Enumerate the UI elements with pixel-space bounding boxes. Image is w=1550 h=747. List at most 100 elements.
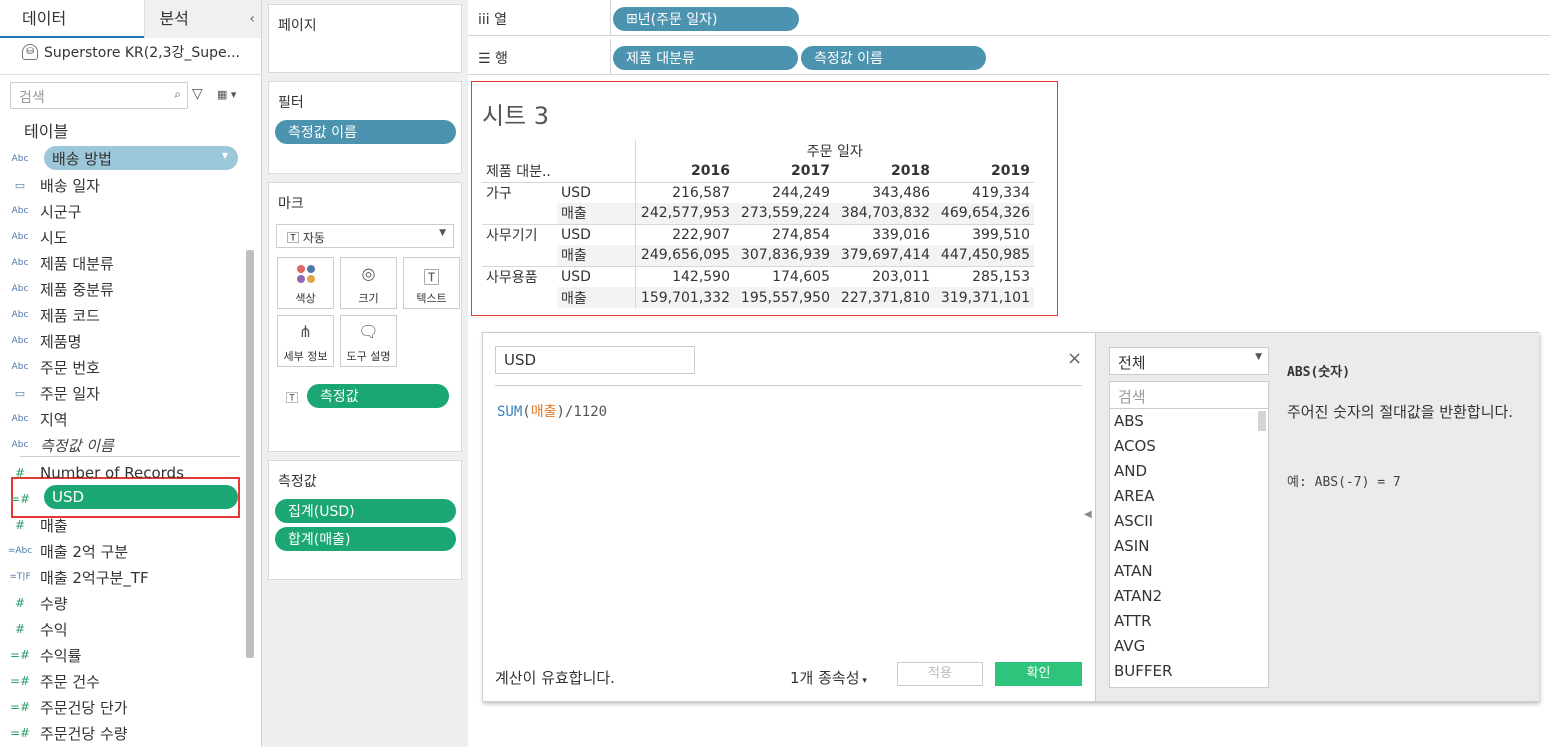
field-measure[interactable]: =T|F 매출 2억구분_TF: [0, 564, 240, 590]
columns-shelf[interactable]: iii 열 ⊞ 년(주문 일자): [468, 0, 1550, 36]
field-dimension[interactable]: Abc 제품 중분류: [0, 276, 240, 302]
rows-shelf-label: ☰ 행: [478, 48, 508, 68]
function-list-item[interactable]: ASCII: [1110, 509, 1268, 534]
field-dimension[interactable]: Abc 시도: [0, 224, 240, 250]
field-dimension[interactable]: Abc 제품명: [0, 328, 240, 354]
collapse-help-icon[interactable]: ◀: [1084, 509, 1092, 520]
year-header: 2019: [991, 163, 1030, 180]
dependencies-label: 1개 종속성: [790, 669, 860, 687]
field-measure[interactable]: # Number of Records: [0, 460, 240, 486]
field-name: 매출 2억구분_TF: [40, 568, 149, 587]
tooltip-button[interactable]: 🗨 도구 설명: [340, 315, 397, 367]
value-cell: 419,334: [934, 181, 1034, 203]
function-list-item[interactable]: BUFFER: [1110, 659, 1268, 684]
field-dimension[interactable]: Abc 제품 코드: [0, 302, 240, 328]
field-measure[interactable]: =# 주문건당 수량: [0, 720, 240, 746]
tooltip-label: 도구 설명: [346, 350, 391, 363]
mark-type-select[interactable]: 🅃 자동 ▼: [276, 224, 454, 248]
function-list-item[interactable]: ABS: [1110, 409, 1268, 434]
function-list-item[interactable]: ATAN: [1110, 559, 1268, 584]
field-dimension[interactable]: Abc 지역: [0, 406, 240, 432]
size-button[interactable]: ◎ 크기: [340, 257, 397, 309]
function-list-item[interactable]: AREA: [1110, 484, 1268, 509]
table-row: 사무용품 USD 142,590 174,605 203,011 285,153: [482, 265, 1034, 287]
function-list-item[interactable]: ASIN: [1110, 534, 1268, 559]
measure-pill-sales[interactable]: 합계(매출): [275, 527, 456, 551]
measure-name-cell: 매출: [557, 203, 635, 224]
filters-card[interactable]: 필터 측정값 이름: [268, 81, 462, 174]
measure-name-cell: 매출: [557, 287, 635, 308]
text-button[interactable]: 🅃 텍스트: [403, 257, 460, 309]
field-measure[interactable]: # 매출: [0, 512, 240, 538]
value-cell: 159,701,332: [634, 287, 734, 308]
function-list-item[interactable]: ACOS: [1110, 434, 1268, 459]
tab-data[interactable]: 데이터: [0, 0, 145, 38]
divider: [0, 74, 262, 75]
field-dimension[interactable]: Abc 주문 번호: [0, 354, 240, 380]
function-category-select[interactable]: 전체 ▼: [1109, 347, 1269, 375]
filter-icon[interactable]: ▽: [192, 86, 203, 102]
field-name: 제품 코드: [40, 306, 100, 325]
color-label: 색상: [295, 292, 316, 305]
calc-name-input[interactable]: USD: [495, 346, 695, 374]
filter-pill-measure-names[interactable]: 측정값 이름: [275, 120, 456, 144]
columns-label-text: 열: [494, 12, 508, 28]
function-list[interactable]: ABS ACOS AND AREA ASCII ASIN ATAN ATAN2 ATTR AVG B…: [1109, 409, 1269, 688]
marks-pill-measure-values[interactable]: 측정값: [307, 384, 449, 408]
function-list-item[interactable]: AVG: [1110, 634, 1268, 659]
field-dimension[interactable]: Abc 측정값 이름: [0, 432, 240, 458]
string-type-icon: Abc: [11, 336, 29, 346]
tab-analysis[interactable]: 분석 ‹: [144, 0, 261, 38]
field-dimension[interactable]: Abc 제품 대분류: [0, 250, 240, 276]
dependencies-dropdown[interactable]: 1개 종속성 ▾: [790, 667, 867, 688]
field-dimension[interactable]: Abc 시군구: [0, 198, 240, 224]
measure-pill-usd[interactable]: 집계(USD): [275, 499, 456, 523]
function-list-item[interactable]: AND: [1110, 459, 1268, 484]
color-button[interactable]: 색상: [277, 257, 334, 309]
field-measure[interactable]: =# 수익률: [0, 642, 240, 668]
number-type-icon: #: [14, 596, 26, 610]
selected-measure-pill-usd[interactable]: USD: [44, 485, 238, 509]
field-measure[interactable]: =# 주문 건수: [0, 668, 240, 694]
function-list-item[interactable]: ATAN2: [1110, 584, 1268, 609]
function-category-value: 전체: [1118, 354, 1146, 372]
number-type-icon: #: [14, 622, 26, 636]
detail-button[interactable]: ⋔ 세부 정보: [277, 315, 334, 367]
string-type-icon: Abc: [11, 440, 29, 450]
ok-button[interactable]: 확인: [995, 662, 1082, 686]
number-type-icon: #: [14, 466, 26, 480]
field-measure[interactable]: =# 주문건당 단가: [0, 694, 240, 720]
field-measure[interactable]: # 수량: [0, 590, 240, 616]
datasource[interactable]: ⛁ Superstore KR(2,3강_Supe...: [22, 42, 240, 62]
field-measure[interactable]: # 수익: [0, 616, 240, 642]
field-dimension[interactable]: ▭ 주문 일자: [0, 380, 240, 406]
value-cell: 142,590: [634, 265, 734, 287]
rows-pill-category[interactable]: 제품 대분류: [613, 46, 798, 70]
rows-pill-measure-names[interactable]: 측정값 이름: [801, 46, 986, 70]
pages-card[interactable]: 페이지: [268, 4, 462, 73]
field-dimension[interactable]: ▭ 배송 일자: [0, 172, 240, 198]
scrollbar-thumb[interactable]: [1258, 411, 1266, 431]
string-type-icon: Abc: [11, 232, 29, 242]
detail-label: 세부 정보: [283, 350, 328, 363]
chevron-down-icon: ▼: [439, 228, 446, 238]
close-icon[interactable]: ×: [1067, 348, 1082, 369]
value-cell: 319,371,101: [934, 287, 1034, 308]
string-type-icon: Abc: [11, 414, 29, 424]
field-measure[interactable]: =Abc 매출 2억 구분: [0, 538, 240, 564]
function-list-item[interactable]: ATTR: [1110, 609, 1268, 634]
scrollbar[interactable]: [246, 250, 254, 658]
rows-shelf[interactable]: ☰ 행 제품 대분류 측정값 이름: [468, 39, 1550, 75]
view-options-icon[interactable]: ▦ ▾: [217, 88, 236, 101]
columns-pill-year-order-date[interactable]: ⊞ 년(주문 일자): [613, 7, 799, 31]
selected-field-pill[interactable]: 배송 방법 ▼: [44, 146, 238, 170]
apply-button[interactable]: 적용: [897, 662, 983, 686]
field-search-input[interactable]: 검색 ⌕: [10, 82, 188, 109]
value-cell: 379,697,414: [834, 245, 934, 266]
chevron-down-icon[interactable]: ▼: [222, 151, 228, 160]
function-search-input[interactable]: 검색: [1109, 381, 1269, 409]
collapse-pane-icon[interactable]: ‹: [249, 0, 255, 38]
category-cell: [482, 203, 557, 224]
date-type-icon: ▭: [14, 178, 26, 192]
formula-editor[interactable]: SUM(매출)/1120: [497, 401, 607, 421]
